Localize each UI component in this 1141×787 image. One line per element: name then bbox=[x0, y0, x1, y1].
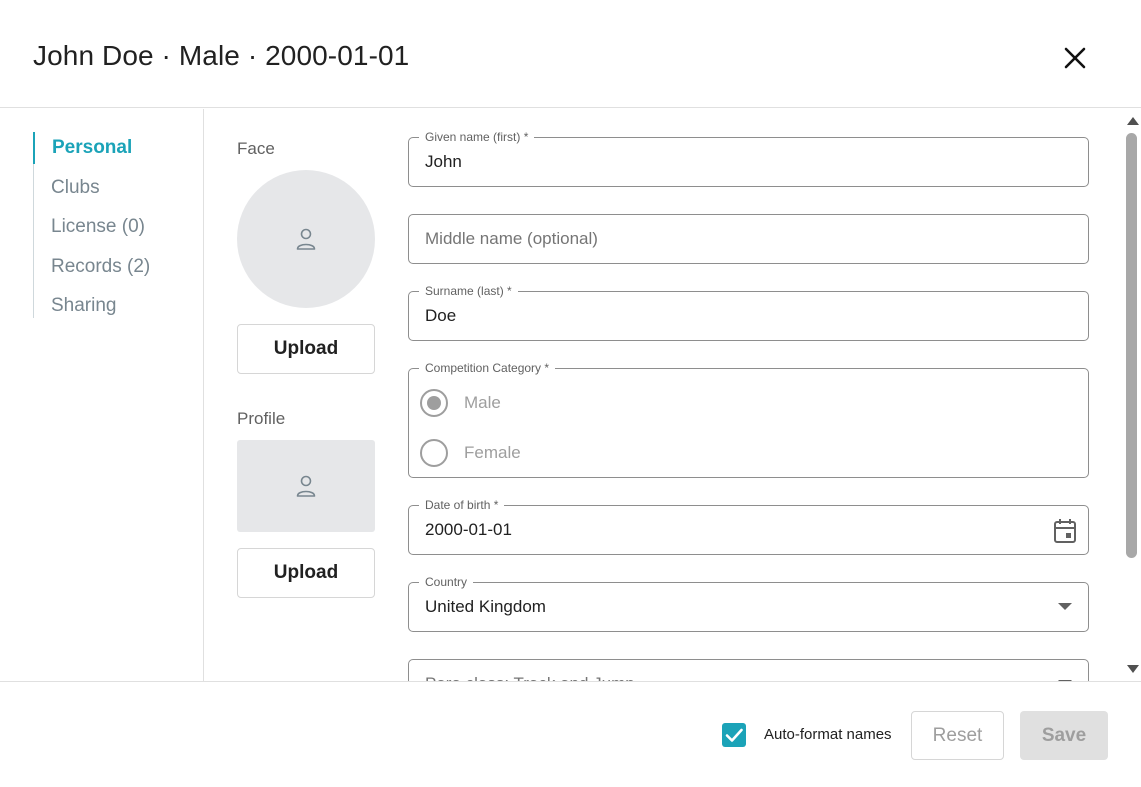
radio-male[interactable] bbox=[420, 389, 448, 417]
sidebar-item-personal[interactable]: Personal bbox=[33, 132, 132, 164]
profile-image-placeholder bbox=[237, 440, 375, 532]
dialog-header: John Doe · Male · 2000-01-01 bbox=[0, 0, 1141, 108]
face-image-placeholder bbox=[237, 170, 375, 308]
reset-button[interactable]: Reset bbox=[911, 711, 1004, 760]
sidebar-item-license[interactable]: License (0) bbox=[33, 211, 145, 243]
competition-category-label: Competition Category * bbox=[419, 361, 556, 375]
sidebar-item-clubs[interactable]: Clubs bbox=[33, 172, 100, 204]
radio-female[interactable] bbox=[420, 439, 448, 467]
sidebar-item-sharing[interactable]: Sharing bbox=[33, 290, 117, 322]
save-button[interactable]: Save bbox=[1020, 711, 1108, 760]
date-of-birth-value: 2000-01-01 bbox=[425, 520, 512, 539]
profile-label: Profile bbox=[237, 409, 286, 428]
face-upload-button[interactable]: Upload bbox=[237, 324, 375, 374]
radio-male-label: Male bbox=[464, 393, 501, 412]
radio-option-female[interactable]: Female bbox=[420, 439, 521, 467]
surname-value: Doe bbox=[425, 306, 457, 325]
middle-name-field[interactable]: Middle name (optional) bbox=[408, 214, 1089, 264]
sidebar-item-records[interactable]: Records (2) bbox=[33, 251, 150, 283]
sidebar-nav: Personal Clubs License (0) Records (2) S… bbox=[0, 109, 204, 682]
person-icon bbox=[296, 228, 316, 250]
radio-female-label: Female bbox=[464, 443, 521, 462]
surname-field[interactable]: Surname (last) * Doe bbox=[408, 284, 1089, 341]
country-label: Country bbox=[419, 575, 474, 589]
middle-name-placeholder: Middle name (optional) bbox=[425, 229, 598, 248]
form-scrollbar[interactable] bbox=[1124, 109, 1141, 682]
country-select[interactable]: Country United Kingdom bbox=[408, 575, 1089, 632]
calendar-icon[interactable] bbox=[1053, 518, 1077, 544]
given-name-label: Given name (first) * bbox=[419, 130, 535, 144]
close-icon[interactable] bbox=[1058, 41, 1092, 75]
date-of-birth-label: Date of birth * bbox=[419, 498, 505, 512]
chevron-down-icon bbox=[1058, 603, 1072, 610]
date-of-birth-field[interactable]: Date of birth * 2000-01-01 bbox=[408, 498, 1089, 555]
scroll-up-arrow-icon[interactable] bbox=[1127, 117, 1139, 125]
face-label: Face bbox=[237, 139, 275, 158]
scroll-thumb[interactable] bbox=[1126, 133, 1137, 558]
auto-format-checkbox[interactable] bbox=[722, 723, 746, 747]
country-value: United Kingdom bbox=[425, 597, 546, 616]
given-name-field[interactable]: Given name (first) * John bbox=[408, 130, 1089, 187]
dialog-footer: Auto-format names Reset Save bbox=[0, 681, 1141, 787]
competition-category-group: Competition Category * Male Female bbox=[408, 361, 1089, 478]
scroll-down-arrow-icon[interactable] bbox=[1127, 665, 1139, 673]
radio-option-male[interactable]: Male bbox=[420, 389, 501, 417]
para-class-select[interactable]: Para class: Track and Jump bbox=[408, 659, 1089, 682]
person-icon bbox=[296, 475, 316, 497]
surname-label: Surname (last) * bbox=[419, 284, 518, 298]
personal-form: Given name (first) * John Middle name (o… bbox=[408, 109, 1124, 682]
profile-upload-button[interactable]: Upload bbox=[237, 548, 375, 598]
given-name-value: John bbox=[425, 152, 462, 171]
page-title: John Doe · Male · 2000-01-01 bbox=[33, 40, 410, 71]
auto-format-label[interactable]: Auto-format names bbox=[764, 726, 892, 743]
checkmark-icon bbox=[725, 728, 743, 742]
